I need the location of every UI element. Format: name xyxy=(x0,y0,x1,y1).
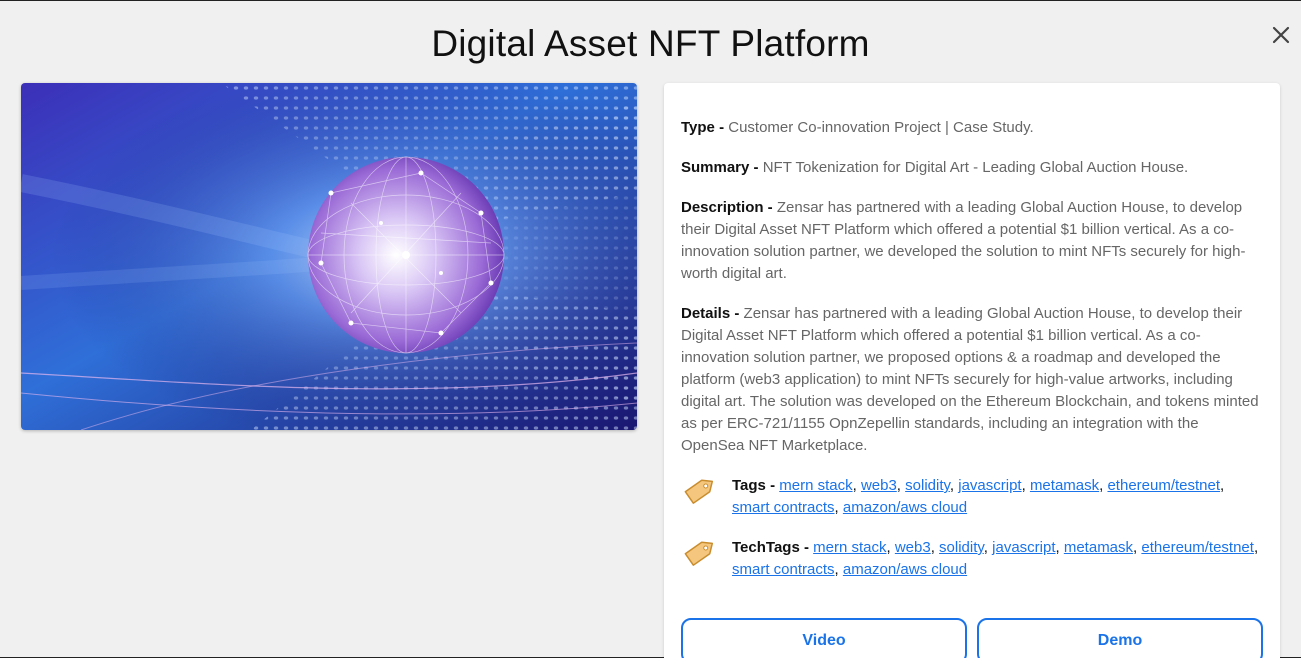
details-row: Details - Zensar has partnered with a le… xyxy=(681,303,1263,457)
tag-link[interactable]: javascript xyxy=(958,477,1021,494)
techtag-link[interactable]: mern stack xyxy=(813,539,886,556)
details-label: Details - xyxy=(681,305,740,322)
tag-icon xyxy=(684,479,714,504)
techtag-link[interactable]: solidity xyxy=(939,539,984,556)
type-value: Customer Co-innovation Project | Case St… xyxy=(728,119,1034,136)
type-row: Type - Customer Co-innovation Project | … xyxy=(681,117,1263,139)
demo-button[interactable]: Demo xyxy=(977,618,1263,658)
type-label: Type - xyxy=(681,119,725,136)
tag-link[interactable]: solidity xyxy=(905,477,950,494)
tag-link[interactable]: metamask xyxy=(1030,477,1099,494)
tag-link[interactable]: amazon/aws cloud xyxy=(843,499,967,516)
description-label: Description - xyxy=(681,199,773,216)
tag-link[interactable]: smart contracts xyxy=(732,499,835,516)
tag-icon xyxy=(684,541,714,566)
techtag-link[interactable]: smart contracts xyxy=(732,561,835,578)
techtags-row: TechTags - mern stack, web3, solidity, j… xyxy=(681,537,1263,581)
tags-label: Tags - xyxy=(732,477,776,494)
close-button[interactable] xyxy=(1267,21,1295,49)
description-row: Description - Zensar has partnered with … xyxy=(681,197,1263,285)
summary-row: Summary - NFT Tokenization for Digital A… xyxy=(681,157,1263,179)
tag-link[interactable]: ethereum/testnet xyxy=(1107,477,1220,494)
action-buttons: Video Demo xyxy=(681,618,1263,658)
techtag-link[interactable]: javascript xyxy=(992,539,1055,556)
close-icon xyxy=(1272,26,1290,44)
project-details-card: Type - Customer Co-innovation Project | … xyxy=(664,83,1280,658)
tag-link[interactable]: mern stack xyxy=(779,477,852,494)
techtag-link[interactable]: ethereum/testnet xyxy=(1141,539,1254,556)
details-value: Zensar has partnered with a leading Glob… xyxy=(681,305,1259,454)
techtag-link[interactable]: amazon/aws cloud xyxy=(843,561,967,578)
project-hero-image xyxy=(21,83,637,430)
summary-label: Summary - xyxy=(681,159,759,176)
modal-title: Digital Asset NFT Platform xyxy=(431,23,870,64)
techtags-label: TechTags - xyxy=(732,539,809,556)
summary-value: NFT Tokenization for Digital Art - Leadi… xyxy=(762,159,1189,176)
tag-link[interactable]: web3 xyxy=(861,477,897,494)
techtag-link[interactable]: metamask xyxy=(1064,539,1133,556)
tags-row: Tags - mern stack, web3, solidity, javas… xyxy=(681,475,1263,519)
techtag-link[interactable]: web3 xyxy=(895,539,931,556)
video-button[interactable]: Video xyxy=(681,618,967,658)
